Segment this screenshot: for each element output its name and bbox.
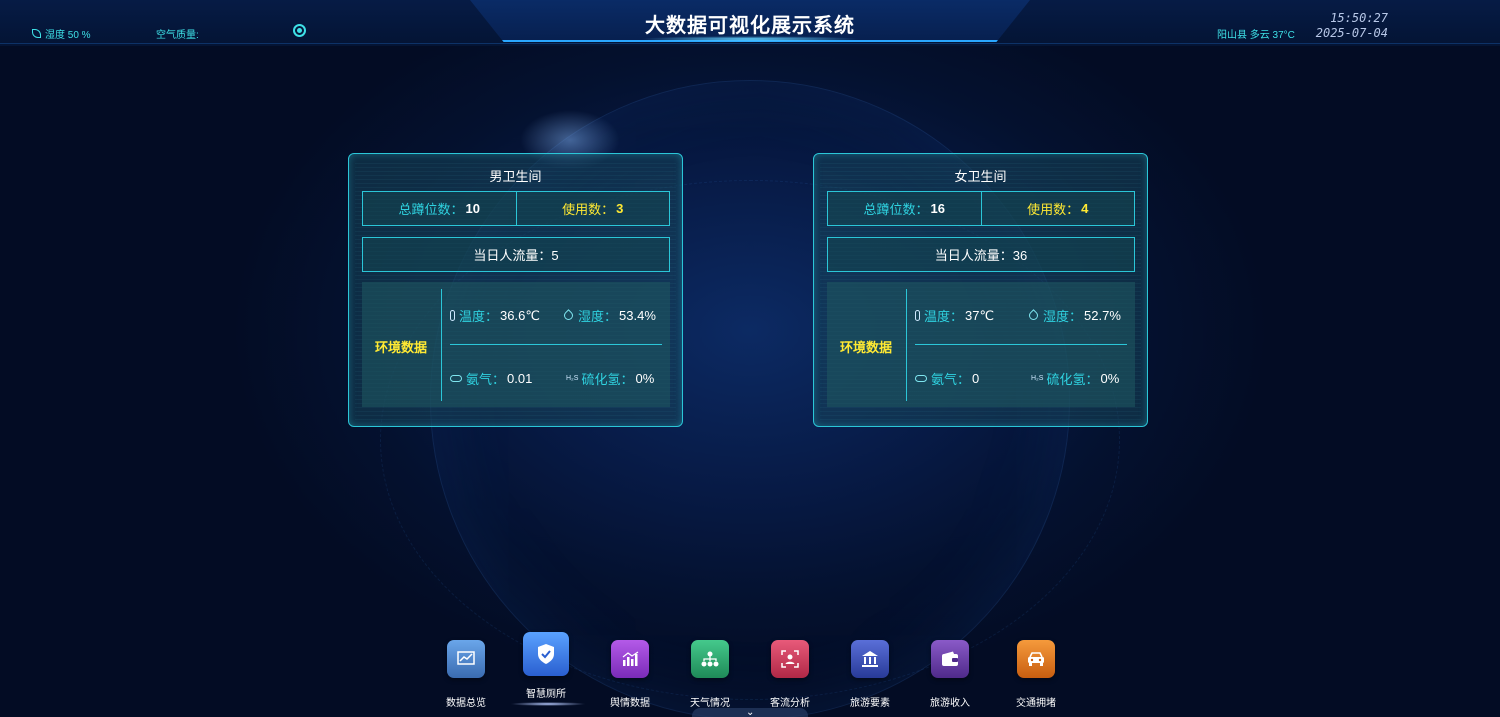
leaf-icon — [32, 29, 41, 38]
total-stalls: 总蹲位数： 16 — [828, 192, 981, 225]
nav-item-weather[interactable]: 天气情况 — [680, 640, 740, 709]
daily-flow: 当日人流量：5 — [362, 237, 670, 272]
clock-date: 2025-07-04 — [1315, 26, 1388, 40]
chart-icon — [447, 640, 485, 678]
panel-title: 男卫生间 — [489, 169, 542, 184]
wallet-icon — [931, 640, 969, 678]
bar-chart-icon — [611, 640, 649, 678]
ammonia-label: 氨气： — [466, 372, 506, 387]
h2s-label: 硫化氢： — [1046, 372, 1099, 387]
humidity-reading: 湿度： 52.7% — [1027, 306, 1121, 325]
nav-label: 客流分析 — [770, 698, 810, 709]
temperature-reading: 温度： 37℃ — [915, 306, 994, 325]
restroom-panel-male: 男卫生间 总蹲位数： 10 使用数： 3 当日人流量：5 环境数据 温度： 36… — [348, 153, 683, 427]
nav-label: 智慧厕所 — [526, 689, 566, 700]
h2s-label: 硫化氢： — [581, 372, 634, 387]
humidity-value: 52.7% — [1084, 308, 1121, 323]
used-stalls-value: 4 — [1081, 201, 1089, 216]
used-stalls-label: 使用数： — [562, 202, 615, 217]
air-quality-label: 空气质量: — [156, 30, 199, 41]
nav-label: 旅游收入 — [930, 698, 970, 709]
settings-gear-icon[interactable] — [293, 24, 306, 37]
droplet-icon — [1027, 309, 1040, 322]
total-stalls-label: 总蹲位数： — [863, 202, 929, 217]
temperature-label: 温度： — [924, 309, 964, 324]
nav-label: 旅游要素 — [850, 698, 890, 709]
used-stalls: 使用数： 4 — [980, 192, 1135, 225]
cloud-icon — [915, 375, 927, 382]
env-divider-vertical — [441, 289, 442, 401]
nav-active-indicator — [510, 702, 586, 706]
total-stalls-value: 16 — [930, 201, 945, 216]
restroom-panel-female: 女卫生间 总蹲位数： 16 使用数： 4 当日人流量：36 环境数据 温度： 3… — [813, 153, 1148, 427]
stall-counts: 总蹲位数： 10 使用数： 3 — [362, 191, 670, 226]
total-stalls: 总蹲位数： 10 — [363, 192, 516, 225]
header-bar: 大数据可视化展示系统 湿度 50 % 空气质量: 阳山县 多云 37°C 15:… — [0, 0, 1500, 46]
env-divider-horizontal — [915, 344, 1127, 345]
ammonia-reading: 氨气： 0 — [915, 369, 979, 388]
h2s-icon: H₂S — [1031, 375, 1044, 382]
cloud-icon — [450, 375, 462, 382]
h2s-icon: H₂S — [566, 375, 579, 382]
clock: 15:50:27 2025-07-04 — [1310, 11, 1388, 41]
nav-item-smart-toilet[interactable]: 智慧厕所 — [516, 632, 576, 700]
used-stalls-value: 3 — [616, 201, 624, 216]
environment-label: 环境数据 — [839, 340, 892, 355]
nav-item-visitor-analysis[interactable]: 客流分析 — [760, 640, 820, 709]
chevron-down-icon: ⌄ — [746, 707, 755, 717]
bottom-drawer-toggle[interactable]: ⌄ — [692, 707, 808, 717]
env-divider-vertical — [906, 289, 907, 401]
nav-item-tourism-elements[interactable]: 旅游要素 — [840, 640, 900, 709]
network-icon — [691, 640, 729, 678]
used-stalls-label: 使用数： — [1027, 202, 1080, 217]
ammonia-reading: 氨气： 0.01 — [450, 369, 532, 388]
nav-label: 天气情况 — [690, 698, 730, 709]
bottom-nav: 数据总览 智慧厕所 舆情数据 天气情况 客流分析 旅游要素 旅游收入 交通拥堵 — [436, 632, 1066, 712]
total-stalls-label: 总蹲位数： — [398, 202, 464, 217]
humidity-text: 湿度 50 % — [45, 30, 91, 41]
humidity-label: 湿度： — [1043, 309, 1083, 324]
nav-label: 交通拥堵 — [1016, 698, 1056, 709]
nav-item-public-opinion[interactable]: 舆情数据 — [600, 640, 660, 709]
nav-item-overview[interactable]: 数据总览 — [436, 640, 496, 709]
ammonia-label: 氨气： — [931, 372, 971, 387]
humidity-reading: 湿度： 53.4% — [562, 306, 656, 325]
clock-time: 15:50:27 — [1330, 11, 1388, 25]
nav-item-tourism-income[interactable]: 旅游收入 — [920, 640, 980, 709]
bank-icon — [851, 640, 889, 678]
humidity-indicator: 湿度 50 % — [32, 26, 91, 41]
face-scan-icon — [771, 640, 809, 678]
ammonia-value: 0 — [972, 371, 980, 386]
droplet-icon — [562, 309, 575, 322]
h2s-value: 0% — [1100, 371, 1120, 386]
temperature-value: 36.6℃ — [500, 307, 540, 323]
temperature-label: 温度： — [459, 309, 499, 324]
environment-label: 环境数据 — [374, 340, 427, 355]
nav-item-traffic[interactable]: 交通拥堵 — [1006, 640, 1066, 709]
car-icon — [1017, 640, 1055, 678]
ammonia-value: 0.01 — [507, 371, 533, 386]
thermometer-icon — [450, 310, 455, 321]
total-stalls-value: 10 — [465, 201, 480, 216]
shield-icon — [523, 632, 569, 676]
h2s-value: 0% — [635, 371, 655, 386]
h2s-reading: H₂S 硫化氢： 0% — [566, 369, 654, 388]
environment-data: 环境数据 温度： 36.6℃ 湿度： 53.4% 氨气： 0.01 H₂S 硫化… — [362, 282, 670, 407]
env-divider-horizontal — [450, 344, 662, 345]
temperature-value: 37℃ — [965, 307, 995, 323]
thermometer-icon — [915, 310, 920, 321]
stall-counts: 总蹲位数： 16 使用数： 4 — [827, 191, 1135, 226]
nav-label: 舆情数据 — [610, 698, 650, 709]
h2s-reading: H₂S 硫化氢： 0% — [1031, 369, 1119, 388]
temperature-reading: 温度： 36.6℃ — [450, 306, 540, 325]
used-stalls: 使用数： 3 — [515, 192, 670, 225]
humidity-value: 53.4% — [619, 308, 656, 323]
environment-data: 环境数据 温度： 37℃ 湿度： 52.7% 氨气： 0 H₂S 硫化氢： 0% — [827, 282, 1135, 407]
panel-title: 女卫生间 — [954, 169, 1007, 184]
humidity-label: 湿度： — [578, 309, 618, 324]
daily-flow: 当日人流量：36 — [827, 237, 1135, 272]
weather-text: 阳山县 多云 37°C — [1217, 30, 1295, 41]
nav-label: 数据总览 — [446, 698, 486, 709]
